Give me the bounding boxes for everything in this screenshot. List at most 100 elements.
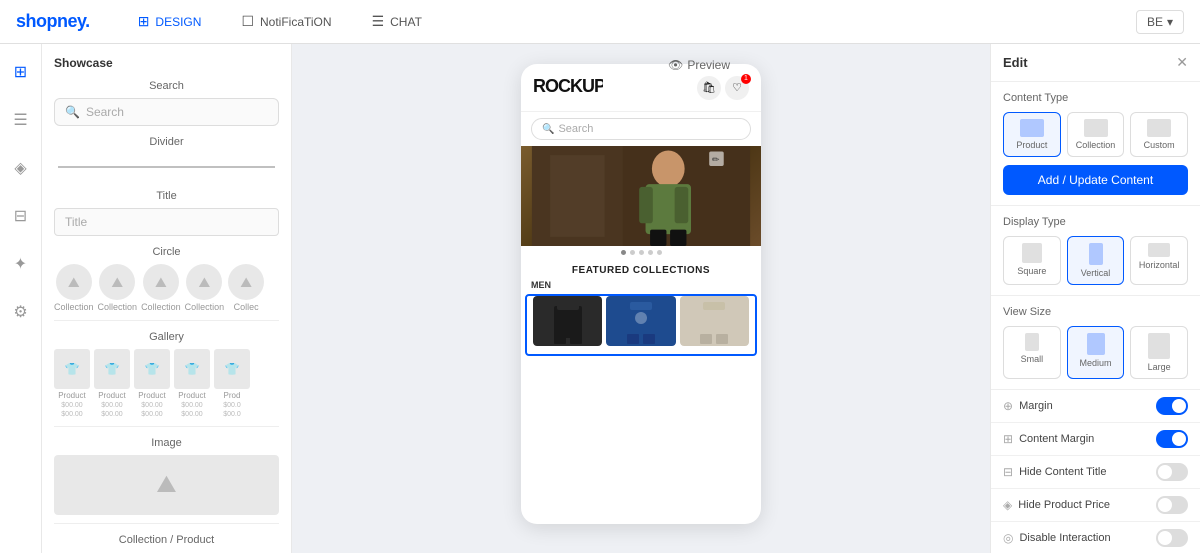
content-type-label: Content Type <box>1003 92 1188 104</box>
cart-icon-btn[interactable]: 🛍 <box>697 76 721 100</box>
product-card-1[interactable] <box>533 296 602 346</box>
sidebar-icon-star[interactable]: ✦ <box>5 248 37 280</box>
display-type-label: Display Type <box>1003 216 1188 228</box>
language-button[interactable]: BE ▾ <box>1136 10 1184 34</box>
wishlist-icon-btn[interactable]: ♡ 1 <box>725 76 749 100</box>
toggle-disable-interaction-switch[interactable] <box>1156 529 1188 547</box>
notification-icon: ☐ <box>241 13 254 30</box>
circle-section-label: Circle <box>54 246 279 258</box>
hero-dot-3[interactable] <box>639 250 644 255</box>
gallery-item-2[interactable]: 👕 Product $00.00 $00.00 <box>94 349 130 418</box>
circle-item-3[interactable]: ⛰ Collection <box>141 264 181 312</box>
hero-dot-1[interactable] <box>621 250 626 255</box>
hero-dot-5[interactable] <box>657 250 662 255</box>
sidebar-icon-grid2[interactable]: ⊟ <box>5 200 37 232</box>
search-component[interactable]: 🔍 Search <box>54 98 279 126</box>
notification-badge: 1 <box>741 74 751 84</box>
title-component[interactable]: Title <box>54 208 279 236</box>
design-icon: ⊞ <box>138 13 150 30</box>
ct-product[interactable]: Product <box>1003 112 1061 157</box>
dt-horizontal[interactable]: Horizontal <box>1130 236 1188 285</box>
hero-dot-4[interactable] <box>648 250 653 255</box>
toggle-hide-content-title-label: ⊟ Hide Content Title <box>1003 465 1107 479</box>
gallery-item-5[interactable]: 👕 Prod $00.0 $00.0 <box>214 349 250 418</box>
gallery-item-3[interactable]: 👕 Product $00.00 $00.00 <box>134 349 170 418</box>
sidebar-icon-settings[interactable]: ⚙ <box>5 296 37 328</box>
circle-item-4[interactable]: ⛰ Collection <box>185 264 225 312</box>
preview-label: 👁 Preview <box>668 58 730 72</box>
add-update-content-button[interactable]: Add / Update Content <box>1003 165 1188 195</box>
product-card-2[interactable] <box>606 296 675 346</box>
featured-collections-title: FEATURED COLLECTIONS <box>521 259 761 278</box>
heart-icon: ♡ <box>732 81 742 94</box>
dt-square[interactable]: Square <box>1003 236 1061 285</box>
dt-horizontal-icon <box>1148 243 1170 257</box>
hide-title-icon: ⊟ <box>1003 465 1013 479</box>
toggle-content-margin-switch[interactable] <box>1156 430 1188 448</box>
toggle-margin-knob <box>1172 399 1186 413</box>
toggle-hide-content-title-knob <box>1158 465 1172 479</box>
top-nav: shopney. ⊞ DESIGN ☐ NotiFicaTiON ☰ CHAT … <box>0 0 1200 44</box>
hero-dots <box>521 246 761 259</box>
cart-icon: 🛍 <box>702 81 716 94</box>
phone-search-icon: 🔍 <box>542 124 554 135</box>
hero-banner-image: ✏ <box>521 146 761 246</box>
product-card-3[interactable] <box>680 296 749 346</box>
gallery-item-1[interactable]: 👕 Product $00.00 $00.00 <box>54 349 90 418</box>
toggle-hide-content-title-switch[interactable] <box>1156 463 1188 481</box>
circle-thumb-5: ⛰ <box>228 264 264 300</box>
ct-product-icon <box>1020 119 1044 137</box>
vs-medium[interactable]: Medium <box>1067 326 1125 379</box>
close-button[interactable]: ✕ <box>1176 54 1188 71</box>
gallery-thumb-5: 👕 <box>214 349 250 389</box>
sidebar-icon-grid[interactable]: ⊞ <box>5 56 37 88</box>
product-image-3 <box>680 296 749 346</box>
vs-small[interactable]: Small <box>1003 326 1061 379</box>
icon-sidebar: ⊞ ☰ ◈ ⊟ ✦ ⚙ <box>0 44 42 553</box>
toggle-content-margin: ⊞ Content Margin <box>991 423 1200 456</box>
toggle-hide-product-price-switch[interactable] <box>1156 496 1188 514</box>
sidebar-icon-list[interactable]: ☰ <box>5 104 37 136</box>
canvas-area: 👁 Preview ROCKUPY 🛍 ♡ 1 <box>292 44 990 553</box>
nav-chat[interactable]: ☰ CHAT <box>364 9 430 34</box>
display-type-section: Display Type Square Vertical Horizontal <box>991 206 1200 296</box>
ct-collection[interactable]: Collection <box>1067 112 1125 157</box>
phone-logo: ROCKUPY <box>533 74 603 101</box>
search-icon: 🔍 <box>65 105 80 119</box>
nav-design[interactable]: ⊞ DESIGN <box>130 9 210 34</box>
edit-panel-header: Edit ✕ <box>991 44 1200 82</box>
view-size-grid: Small Medium Large <box>1003 326 1188 379</box>
circle-item-5[interactable]: ⛰ Collec <box>228 264 264 312</box>
circle-thumb-4: ⛰ <box>186 264 222 300</box>
toggle-margin-switch[interactable] <box>1156 397 1188 415</box>
toggle-hide-product-price: ◈ Hide Product Price <box>991 489 1200 522</box>
svg-text:✏: ✏ <box>712 154 720 164</box>
ct-custom[interactable]: Custom <box>1130 112 1188 157</box>
circle-item-2[interactable]: ⛰ Collection <box>98 264 138 312</box>
disable-interaction-icon: ◎ <box>1003 531 1013 545</box>
edit-panel: Edit ✕ Content Type Product Collection C… <box>990 44 1200 553</box>
image-component[interactable]: ⛰ <box>54 455 279 515</box>
toggle-content-margin-knob <box>1172 432 1186 446</box>
search-section-label: Search <box>54 80 279 92</box>
vs-large-icon <box>1148 333 1170 359</box>
circle-grid: ⛰ Collection ⛰ Collection ⛰ Collection ⛰… <box>54 264 279 312</box>
content-margin-icon: ⊞ <box>1003 432 1013 446</box>
gallery-item-4[interactable]: 👕 Product $00.00 $00.00 <box>174 349 210 418</box>
vs-large[interactable]: Large <box>1130 326 1188 379</box>
dt-vertical[interactable]: Vertical <box>1067 236 1125 285</box>
collection-product-label: Collection / Product <box>54 534 279 546</box>
phone-action-icons: 🛍 ♡ 1 <box>697 76 749 100</box>
circle-item-1[interactable]: ⛰ Collection <box>54 264 94 312</box>
title-section-label: Title <box>54 190 279 202</box>
ct-collection-icon <box>1084 119 1108 137</box>
hero-banner: ✏ <box>521 146 761 246</box>
divider-section-label: Divider <box>54 136 279 148</box>
sidebar-icon-drop[interactable]: ◈ <box>5 152 37 184</box>
hero-dot-2[interactable] <box>630 250 635 255</box>
divider-component[interactable] <box>54 154 279 180</box>
nav-notification[interactable]: ☐ NotiFicaTiON <box>233 9 339 34</box>
view-size-label: View Size <box>1003 306 1188 318</box>
phone-search-bar[interactable]: 🔍 Search <box>531 118 751 140</box>
product-row <box>525 294 757 356</box>
